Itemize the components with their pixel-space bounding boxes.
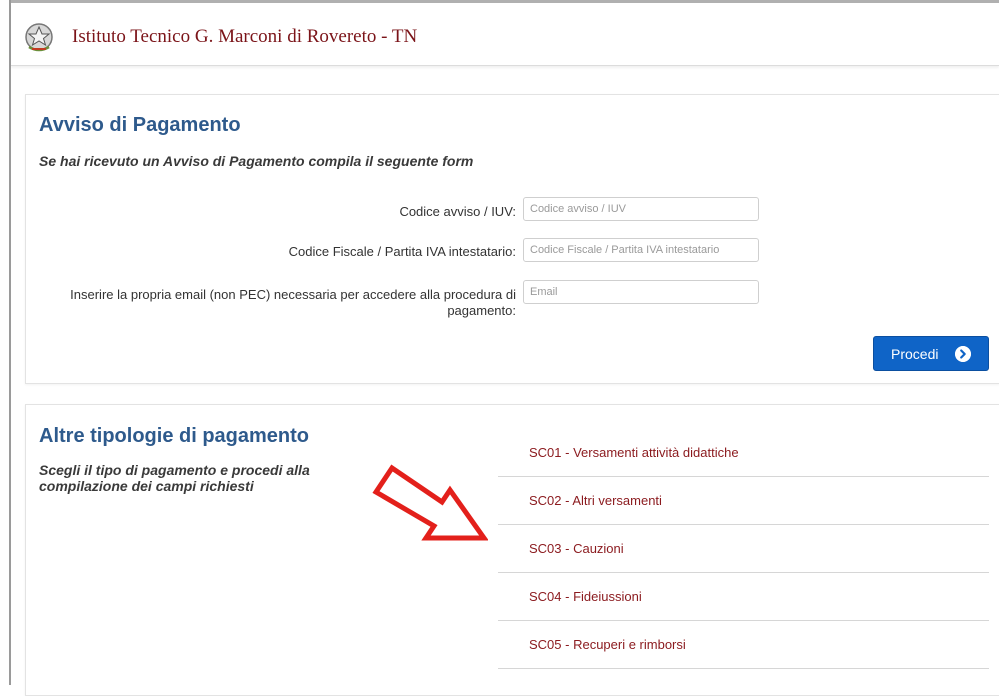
codice-fiscale-label: Codice Fiscale / Partita IVA intestatari…	[288, 244, 516, 259]
payment-type-sc01[interactable]: SC01 - Versamenti attività didattiche	[498, 429, 989, 477]
codice-fiscale-input[interactable]	[523, 238, 759, 262]
codice-avviso-input[interactable]	[523, 197, 759, 221]
window-left-border	[0, 0, 11, 685]
site-header: Istituto Tecnico G. Marconi di Rovereto …	[11, 3, 999, 66]
payment-type-list: SC01 - Versamenti attività didattiche SC…	[498, 429, 989, 669]
list-item-label: SC01 - Versamenti attività didattiche	[529, 445, 739, 460]
arrow-right-circle-icon	[955, 346, 971, 362]
list-item-label: SC04 - Fideiussioni	[529, 589, 642, 604]
email-label: Inserire la propria email (non PEC) nece…	[70, 287, 516, 318]
avviso-title: Avviso di Pagamento	[39, 114, 241, 136]
site-title[interactable]: Istituto Tecnico G. Marconi di Rovereto …	[72, 26, 417, 48]
red-outline-arrow-icon	[372, 464, 488, 541]
payment-type-sc05[interactable]: SC05 - Recuperi e rimborsi	[498, 621, 989, 669]
altre-title: Altre tipologie di pagamento	[39, 425, 310, 447]
payment-type-sc02[interactable]: SC02 - Altri versamenti	[498, 477, 989, 525]
email-input[interactable]	[523, 280, 759, 304]
list-item-label: SC03 - Cauzioni	[529, 541, 624, 556]
procedi-button[interactable]: Procedi	[873, 336, 989, 371]
payment-type-sc03[interactable]: SC03 - Cauzioni	[498, 525, 989, 573]
list-item-label: SC02 - Altri versamenti	[529, 493, 662, 508]
avviso-panel: Avviso di Pagamento Se hai ricevuto un A…	[25, 94, 999, 384]
payment-type-sc04[interactable]: SC04 - Fideiussioni	[498, 573, 989, 621]
avviso-subtitle: Se hai ricevuto un Avviso di Pagamento c…	[39, 153, 474, 169]
altre-subtitle: Scegli il tipo di pagamento e procedi al…	[39, 462, 310, 494]
list-item-label: SC05 - Recuperi e rimborsi	[529, 637, 686, 652]
altre-panel: Altre tipologie di pagamento Scegli il t…	[25, 404, 999, 696]
codice-avviso-label: Codice avviso / IUV:	[399, 204, 516, 219]
italian-republic-emblem-icon	[25, 23, 53, 52]
procedi-button-label: Procedi	[891, 346, 939, 362]
